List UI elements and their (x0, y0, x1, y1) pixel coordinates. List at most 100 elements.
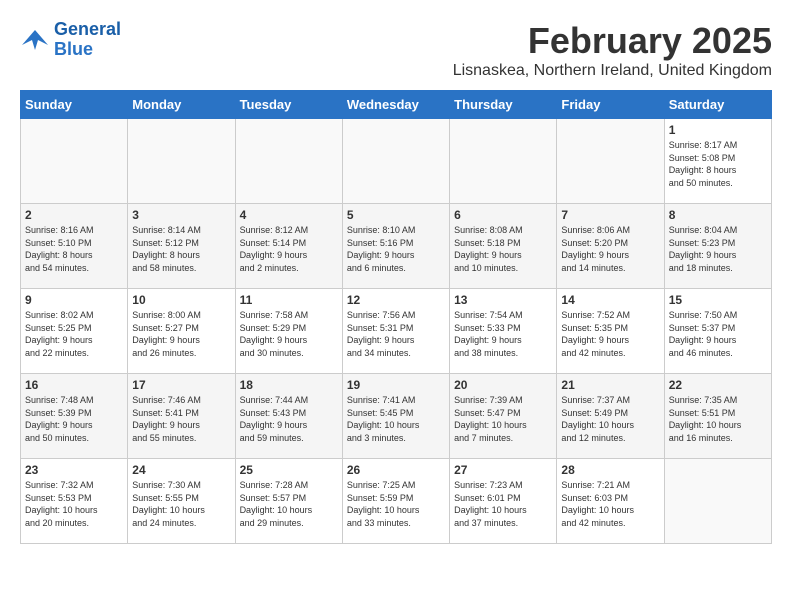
day-number: 6 (454, 208, 552, 222)
day-number: 8 (669, 208, 767, 222)
day-info: Sunrise: 8:14 AM Sunset: 5:12 PM Dayligh… (132, 224, 230, 274)
day-number: 12 (347, 293, 445, 307)
logo: General Blue (20, 20, 121, 60)
day-cell: 28Sunrise: 7:21 AM Sunset: 6:03 PM Dayli… (557, 459, 664, 544)
day-cell (21, 119, 128, 204)
day-number: 16 (25, 378, 123, 392)
day-cell (235, 119, 342, 204)
day-info: Sunrise: 7:32 AM Sunset: 5:53 PM Dayligh… (25, 479, 123, 529)
day-cell: 6 Sunrise: 8:08 AM Sunset: 5:18 PM Daylig… (450, 204, 557, 289)
title-section: February 2025 Lisnaskea, Northern Irelan… (453, 20, 772, 80)
day-number: 14 (561, 293, 659, 307)
day-cell: 25 Sunrise: 7:28 AM Sunset: 5:57 PM Dayli… (235, 459, 342, 544)
day-number: 1 (669, 123, 767, 137)
day-info: Sunrise: 8:12 AM Sunset: 5:14 PM Dayligh… (240, 224, 338, 274)
day-info: Sunrise: 7:44 AM Sunset: 5:43 PM Dayligh… (240, 394, 338, 444)
day-number: 27 (454, 463, 552, 477)
week-row-3: 9 Sunrise: 8:02 AM Sunset: 5:25 PM Daylig… (21, 289, 772, 374)
logo-text: General Blue (54, 20, 121, 60)
day-number: 3 (132, 208, 230, 222)
day-cell: 10 Sunrise: 8:00 AM Sunset: 5:27 PM Dayli… (128, 289, 235, 374)
day-number: 21 (561, 378, 659, 392)
day-info: Sunrise: 8:00 AM Sunset: 5:27 PM Dayligh… (132, 309, 230, 359)
day-number: 25 (240, 463, 338, 477)
day-number: 9 (25, 293, 123, 307)
day-cell: 19 Sunrise: 7:41 AM Sunset: 5:45 PM Dayli… (342, 374, 449, 459)
calendar-title: February 2025 (453, 20, 772, 62)
week-row-4: 16Sunrise: 7:48 AM Sunset: 5:39 PM Dayli… (21, 374, 772, 459)
day-cell: 12 Sunrise: 7:56 AM Sunset: 5:31 PM Dayli… (342, 289, 449, 374)
day-info: Sunrise: 7:58 AM Sunset: 5:29 PM Dayligh… (240, 309, 338, 359)
day-cell: 26 Sunrise: 7:25 AM Sunset: 5:59 PM Dayli… (342, 459, 449, 544)
day-cell: 24 Sunrise: 7:30 AM Sunset: 5:55 PM Dayli… (128, 459, 235, 544)
day-info: Sunrise: 7:21 AM Sunset: 6:03 PM Dayligh… (561, 479, 659, 529)
day-cell: 11 Sunrise: 7:58 AM Sunset: 5:29 PM Dayli… (235, 289, 342, 374)
day-info: Sunrise: 7:25 AM Sunset: 5:59 PM Dayligh… (347, 479, 445, 529)
header-monday: Monday (128, 91, 235, 119)
day-number: 2 (25, 208, 123, 222)
day-info: Sunrise: 7:37 AM Sunset: 5:49 PM Dayligh… (561, 394, 659, 444)
header-saturday: Saturday (664, 91, 771, 119)
day-number: 4 (240, 208, 338, 222)
day-cell: 27 Sunrise: 7:23 AM Sunset: 6:01 PM Dayli… (450, 459, 557, 544)
day-number: 5 (347, 208, 445, 222)
day-number: 23 (25, 463, 123, 477)
header-wednesday: Wednesday (342, 91, 449, 119)
header-tuesday: Tuesday (235, 91, 342, 119)
calendar-subtitle: Lisnaskea, Northern Ireland, United King… (453, 62, 772, 80)
day-info: Sunrise: 8:02 AM Sunset: 5:25 PM Dayligh… (25, 309, 123, 359)
day-info: Sunrise: 7:56 AM Sunset: 5:31 PM Dayligh… (347, 309, 445, 359)
logo-line1: General (54, 19, 121, 39)
day-number: 17 (132, 378, 230, 392)
day-info: Sunrise: 7:39 AM Sunset: 5:47 PM Dayligh… (454, 394, 552, 444)
logo-icon (20, 25, 50, 55)
day-cell (664, 459, 771, 544)
week-row-5: 23 Sunrise: 7:32 AM Sunset: 5:53 PM Dayli… (21, 459, 772, 544)
day-info: Sunrise: 7:41 AM Sunset: 5:45 PM Dayligh… (347, 394, 445, 444)
day-info: Sunrise: 7:30 AM Sunset: 5:55 PM Dayligh… (132, 479, 230, 529)
day-cell: 7Sunrise: 8:06 AM Sunset: 5:20 PM Daylig… (557, 204, 664, 289)
header-thursday: Thursday (450, 91, 557, 119)
day-cell (342, 119, 449, 204)
day-info: Sunrise: 7:35 AM Sunset: 5:51 PM Dayligh… (669, 394, 767, 444)
day-cell: 16Sunrise: 7:48 AM Sunset: 5:39 PM Dayli… (21, 374, 128, 459)
week-row-2: 2 Sunrise: 8:16 AM Sunset: 5:10 PM Daylig… (21, 204, 772, 289)
day-info: Sunrise: 7:46 AM Sunset: 5:41 PM Dayligh… (132, 394, 230, 444)
day-number: 22 (669, 378, 767, 392)
day-cell: 22 Sunrise: 7:35 AM Sunset: 5:51 PM Dayli… (664, 374, 771, 459)
day-cell: 14 Sunrise: 7:52 AM Sunset: 5:35 PM Dayli… (557, 289, 664, 374)
day-cell: 2 Sunrise: 8:16 AM Sunset: 5:10 PM Daylig… (21, 204, 128, 289)
page-header: General Blue February 2025 Lisnaskea, No… (20, 20, 772, 80)
day-cell: 3 Sunrise: 8:14 AM Sunset: 5:12 PM Daylig… (128, 204, 235, 289)
day-info: Sunrise: 7:52 AM Sunset: 5:35 PM Dayligh… (561, 309, 659, 359)
day-number: 19 (347, 378, 445, 392)
day-cell: 13Sunrise: 7:54 AM Sunset: 5:33 PM Dayli… (450, 289, 557, 374)
day-info: Sunrise: 8:10 AM Sunset: 5:16 PM Dayligh… (347, 224, 445, 274)
day-cell: 23 Sunrise: 7:32 AM Sunset: 5:53 PM Dayli… (21, 459, 128, 544)
day-info: Sunrise: 8:04 AM Sunset: 5:23 PM Dayligh… (669, 224, 767, 274)
day-info: Sunrise: 8:16 AM Sunset: 5:10 PM Dayligh… (25, 224, 123, 274)
day-cell: 1 Sunrise: 8:17 AM Sunset: 5:08 PM Daylig… (664, 119, 771, 204)
day-cell: 9 Sunrise: 8:02 AM Sunset: 5:25 PM Daylig… (21, 289, 128, 374)
day-info: Sunrise: 8:08 AM Sunset: 5:18 PM Dayligh… (454, 224, 552, 274)
day-number: 13 (454, 293, 552, 307)
day-cell (557, 119, 664, 204)
day-info: Sunrise: 7:23 AM Sunset: 6:01 PM Dayligh… (454, 479, 552, 529)
day-info: Sunrise: 8:06 AM Sunset: 5:20 PM Dayligh… (561, 224, 659, 274)
day-cell: 8 Sunrise: 8:04 AM Sunset: 5:23 PM Daylig… (664, 204, 771, 289)
day-number: 20 (454, 378, 552, 392)
day-number: 15 (669, 293, 767, 307)
day-cell: 4 Sunrise: 8:12 AM Sunset: 5:14 PM Daylig… (235, 204, 342, 289)
day-info: Sunrise: 8:17 AM Sunset: 5:08 PM Dayligh… (669, 139, 767, 189)
day-cell (450, 119, 557, 204)
logo-line2: Blue (54, 39, 93, 59)
day-cell: 18Sunrise: 7:44 AM Sunset: 5:43 PM Dayli… (235, 374, 342, 459)
day-number: 24 (132, 463, 230, 477)
day-number: 11 (240, 293, 338, 307)
day-number: 26 (347, 463, 445, 477)
day-cell: 20 Sunrise: 7:39 AM Sunset: 5:47 PM Dayli… (450, 374, 557, 459)
day-number: 10 (132, 293, 230, 307)
day-info: Sunrise: 7:28 AM Sunset: 5:57 PM Dayligh… (240, 479, 338, 529)
day-info: Sunrise: 7:50 AM Sunset: 5:37 PM Dayligh… (669, 309, 767, 359)
calendar-table: SundayMondayTuesdayWednesdayThursdayFrid… (20, 90, 772, 544)
